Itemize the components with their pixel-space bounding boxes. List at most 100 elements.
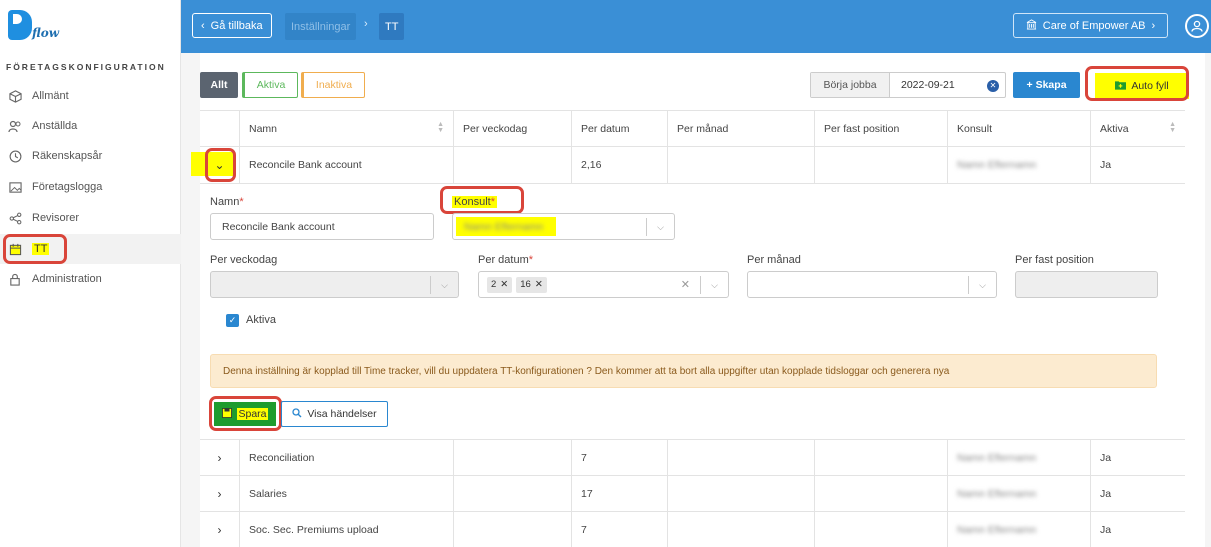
date-multiselect[interactable]: 2 ✕ 16 ✕ ✕ ⌵ xyxy=(478,271,729,298)
chevron-right-icon: › xyxy=(217,522,222,537)
expand-toggle[interactable]: › xyxy=(200,440,239,475)
name-input[interactable]: Reconcile Bank account xyxy=(210,213,434,240)
clear-date-icon[interactable]: ✕ xyxy=(987,80,999,92)
active-checkbox[interactable]: ✓ xyxy=(226,314,239,327)
cell-active: Ja xyxy=(1090,512,1185,547)
create-button[interactable]: + Skapa xyxy=(1013,72,1080,98)
sort-icon: ▲ ▼ xyxy=(437,121,444,134)
sidebar-section-title: FÖRETAGSKONFIGURATION xyxy=(6,62,166,72)
start-job-date: Börja jobba 2022-09-21 ✕ xyxy=(810,72,1006,98)
header-active[interactable]: Aktiva ▲ ▼ xyxy=(1090,111,1185,146)
date-label: Per datum* xyxy=(478,254,534,266)
chevron-right-icon: › xyxy=(1151,19,1156,32)
chevron-left-icon: ‹ xyxy=(201,19,205,32)
sidebar-item-label: Administration xyxy=(32,273,102,285)
cube-icon xyxy=(8,89,22,103)
header-name[interactable]: Namn ▲ ▼ xyxy=(239,111,453,146)
month-select[interactable]: ⌵ xyxy=(747,271,997,298)
cell-fixed xyxy=(814,512,947,547)
clock-icon xyxy=(8,149,22,163)
cell-name: Reconciliation xyxy=(239,440,453,475)
fixed-position-label: Per fast position xyxy=(1015,254,1094,266)
table-row[interactable]: › Soc. Sec. Premiums upload 7 Namn Efter… xyxy=(200,512,1185,547)
sidebar-item-revisorer[interactable]: Revisorer xyxy=(0,203,181,233)
chevron-down-icon: ⌵ xyxy=(968,276,996,294)
sidebar-item-label: Revisorer xyxy=(32,212,80,224)
start-job-input[interactable]: 2022-09-21 ✕ xyxy=(890,73,1005,97)
month-label: Per månad xyxy=(747,254,801,266)
show-events-button[interactable]: Visa händelser xyxy=(281,401,388,427)
table-row[interactable]: › Salaries 17 Namn Efternamn Ja xyxy=(200,476,1185,512)
user-avatar[interactable] xyxy=(1185,14,1209,38)
weekday-select: ⌵ xyxy=(210,271,459,298)
header-date: Per datum xyxy=(571,111,667,146)
logo-mark xyxy=(8,10,32,40)
cell-weekday xyxy=(453,147,571,183)
chevron-right-icon: › xyxy=(217,486,222,501)
date-tag[interactable]: 2 ✕ xyxy=(487,276,513,293)
expand-toggle[interactable]: › xyxy=(200,476,239,511)
sidebar-item-anstallda[interactable]: Anställda xyxy=(0,111,181,141)
name-label: Namn* xyxy=(210,196,244,208)
filter-inactive-button[interactable]: Inaktiva xyxy=(301,72,365,98)
cell-fixed xyxy=(814,476,947,511)
start-job-value: 2022-09-21 xyxy=(901,79,955,91)
cell-month xyxy=(667,440,814,475)
back-button[interactable]: ‹ Gå tillbaka xyxy=(192,13,272,38)
chevron-down-icon: ⌵ xyxy=(700,276,728,294)
annotation-ring-collapse xyxy=(205,148,236,182)
building-icon xyxy=(1026,18,1037,33)
cell-weekday xyxy=(453,476,571,511)
cell-name: Reconcile Bank account xyxy=(239,147,453,183)
sidebar-item-administration[interactable]: Administration xyxy=(0,264,181,294)
date-tag[interactable]: 16 ✕ xyxy=(516,276,547,293)
plus-icon: + xyxy=(1026,79,1033,91)
cell-active: Ja xyxy=(1090,476,1185,511)
annotation-ring-save xyxy=(209,396,282,431)
cell-fixed xyxy=(814,147,947,183)
start-job-label: Börja jobba xyxy=(811,73,890,97)
image-icon xyxy=(8,180,22,194)
expand-toggle[interactable]: › xyxy=(200,512,239,547)
annotation-ring-autofill xyxy=(1085,66,1189,101)
remove-tag-icon: ✕ xyxy=(500,279,509,290)
cell-konsult: Namn Efternamn xyxy=(947,440,1090,475)
sidebar-item-label: Allmänt xyxy=(32,90,69,102)
cell-active: Ja xyxy=(1090,147,1185,183)
breadcrumb-settings[interactable]: Inställningar xyxy=(285,13,357,40)
cell-konsult: Namn Efternamn xyxy=(947,476,1090,511)
cell-name: Salaries xyxy=(239,476,453,511)
edit-form: Namn* Reconcile Bank account Konsult* Na… xyxy=(200,184,1185,440)
table-row-expanded[interactable]: ⌄ Reconcile Bank account 2,16 Namn Efter… xyxy=(191,147,1185,184)
topbar: ‹ Gå tillbaka Inställningar › TT Care of… xyxy=(181,0,1211,53)
logo[interactable]: flow xyxy=(8,10,60,44)
konsult-select[interactable]: Namn Efternamn ⌵ xyxy=(452,213,675,240)
annotation-ring-tt xyxy=(3,234,67,264)
filter-all-button[interactable]: Allt xyxy=(200,72,238,98)
cell-fixed xyxy=(814,440,947,475)
cell-month xyxy=(667,147,814,183)
cell-month xyxy=(667,476,814,511)
chevron-down-icon: ⌵ xyxy=(430,276,458,294)
share-icon xyxy=(8,211,22,225)
filter-active-button[interactable]: Aktiva xyxy=(242,72,298,98)
cell-date: 7 xyxy=(571,440,667,475)
tt-panel: Allt Aktiva Inaktiva Börja jobba 2022-09… xyxy=(191,53,1205,547)
clear-icon[interactable]: ✕ xyxy=(681,278,690,291)
header-konsult: Konsult xyxy=(947,111,1090,146)
users-icon xyxy=(8,119,22,133)
cell-month xyxy=(667,512,814,547)
sidebar-item-rakenskapsar[interactable]: Räkenskapsår xyxy=(0,141,181,171)
cell-konsult: Namn Efternamn xyxy=(947,147,1090,183)
logo-text: flow xyxy=(32,26,60,40)
weekday-label: Per veckodag xyxy=(210,254,278,266)
sidebar-item-foretagslogga[interactable]: Företagslogga xyxy=(0,172,181,202)
chevron-right-icon: › xyxy=(364,18,368,30)
user-icon xyxy=(1191,20,1203,32)
table-row[interactable]: › Reconciliation 7 Namn Efternamn Ja xyxy=(200,440,1185,476)
cell-name: Soc. Sec. Premiums upload xyxy=(239,512,453,547)
company-selector[interactable]: Care of Empower AB › xyxy=(1013,13,1168,38)
company-name: Care of Empower AB xyxy=(1042,19,1146,32)
sidebar-item-allmant[interactable]: Allmänt xyxy=(0,81,181,111)
warning-alert: Denna inställning är kopplad till Time t… xyxy=(210,354,1157,388)
